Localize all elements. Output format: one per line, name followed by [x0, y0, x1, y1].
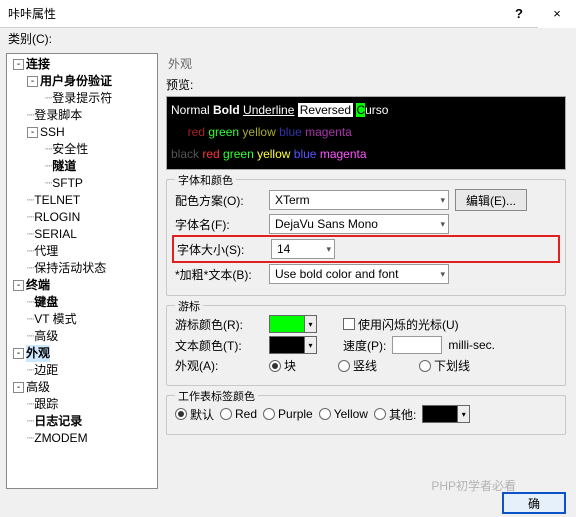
tree-vtmode[interactable]: VT 模式: [34, 311, 76, 328]
tree-log[interactable]: 日志记录: [34, 413, 82, 430]
tree-advanced[interactable]: 高级: [34, 328, 58, 345]
close-button[interactable]: ×: [538, 0, 576, 28]
fontname-select[interactable]: DejaVu Sans Mono▾: [269, 214, 449, 234]
font-color-group: 字体和颜色 配色方案(O): XTerm▾ 编辑(E)... 字体名(F): D…: [166, 179, 566, 296]
collapse-icon[interactable]: -: [13, 348, 24, 359]
fontsize-label: 字体大小(S):: [177, 241, 265, 258]
radio-vertical[interactable]: 竖线: [338, 357, 377, 374]
collapse-icon[interactable]: -: [27, 76, 38, 87]
tree-trace[interactable]: 跟踪: [34, 396, 58, 413]
tree-advanced2[interactable]: 高级: [26, 379, 50, 396]
speed-label: 速度(P):: [343, 337, 386, 354]
radio-underline[interactable]: 下划线: [419, 357, 470, 374]
boldtext-select[interactable]: Use bold color and font▾: [269, 264, 449, 284]
tree-keepalive[interactable]: 保持活动状态: [34, 260, 106, 277]
appearance-label: 外观(A):: [175, 357, 263, 374]
title-bar: 咔咔属性 ? ×: [0, 0, 576, 28]
scheme-select[interactable]: XTerm▾: [269, 190, 449, 210]
cursor-group: 游标 游标颜色(R): ▾ 使用闪烁的光标(U) 文本颜色(T): ▾ 速度(P…: [166, 305, 566, 386]
category-tree[interactable]: -连接 -用户身份验证 ┈登录提示符 ┈登录脚本 -SSH ┈安全性 ┈隧道 ┈…: [6, 53, 158, 489]
tree-auth[interactable]: 用户身份验证: [40, 73, 112, 90]
tree-script[interactable]: 登录脚本: [34, 107, 82, 124]
tree-terminal[interactable]: 终端: [26, 277, 50, 294]
tree-serial[interactable]: SERIAL: [34, 226, 77, 243]
radio-red[interactable]: Red: [220, 407, 257, 421]
ms-label: milli-sec.: [448, 338, 495, 352]
edit-button[interactable]: 编辑(E)...: [455, 189, 527, 211]
scheme-label: 配色方案(O):: [175, 192, 263, 209]
fontsize-select[interactable]: 14▾: [271, 239, 335, 259]
cursorcolor-picker[interactable]: ▾: [269, 315, 317, 333]
tree-connection[interactable]: 连接: [26, 56, 50, 73]
textcolor-label: 文本颜色(T):: [175, 337, 263, 354]
speed-input[interactable]: [392, 336, 442, 354]
fontname-label: 字体名(F):: [175, 216, 263, 233]
tree-proxy[interactable]: 代理: [34, 243, 58, 260]
collapse-icon[interactable]: -: [13, 280, 24, 291]
radio-purple[interactable]: Purple: [263, 407, 313, 421]
ok-button[interactable]: 确: [502, 492, 566, 514]
blink-checkbox[interactable]: 使用闪烁的光标(U): [343, 316, 459, 333]
tree-ssh[interactable]: SSH: [40, 124, 65, 141]
tree-security[interactable]: 安全性: [52, 141, 88, 158]
window-title: 咔咔属性: [0, 5, 56, 22]
radio-other[interactable]: 其他:: [374, 406, 416, 423]
tree-keyboard[interactable]: 键盘: [34, 294, 58, 311]
tabcolor-group: 工作表标签颜色 默认 Red Purple Yellow 其他: ▾: [166, 395, 566, 435]
tree-sftp[interactable]: SFTP: [52, 175, 83, 192]
help-button[interactable]: ?: [500, 0, 538, 28]
collapse-icon[interactable]: -: [13, 382, 24, 393]
tree-rlogin[interactable]: RLOGIN: [34, 209, 80, 226]
collapse-icon[interactable]: -: [13, 59, 24, 70]
chevron-down-icon: ▾: [440, 269, 445, 280]
chevron-down-icon: ▾: [440, 195, 445, 206]
tree-telnet[interactable]: TELNET: [34, 192, 80, 209]
tree-margin[interactable]: 边距: [34, 362, 58, 379]
textcolor-picker[interactable]: ▾: [269, 336, 317, 354]
radio-default[interactable]: 默认: [175, 406, 214, 423]
preview-label: 预览:: [166, 76, 566, 93]
category-label: 类别(C):: [0, 28, 576, 49]
preview-pane: Normal Bold Underline Reversed Curso red…: [166, 96, 566, 170]
radio-block[interactable]: 块: [269, 357, 296, 374]
tree-tunnel[interactable]: 隧道: [52, 158, 76, 175]
collapse-icon[interactable]: -: [27, 127, 38, 138]
radio-yellow[interactable]: Yellow: [319, 407, 368, 421]
tree-zmodem[interactable]: ZMODEM: [34, 430, 87, 447]
cursorcolor-label: 游标颜色(R):: [175, 316, 263, 333]
tree-prompt[interactable]: 登录提示符: [52, 90, 112, 107]
boldtext-label: *加粗*文本(B):: [175, 266, 263, 283]
chevron-down-icon: ▾: [440, 219, 445, 230]
othercolor-picker[interactable]: ▾: [422, 405, 470, 423]
tree-appearance[interactable]: 外观: [26, 345, 50, 362]
chevron-down-icon: ▾: [326, 244, 331, 255]
panel-title: 外观: [166, 55, 566, 73]
